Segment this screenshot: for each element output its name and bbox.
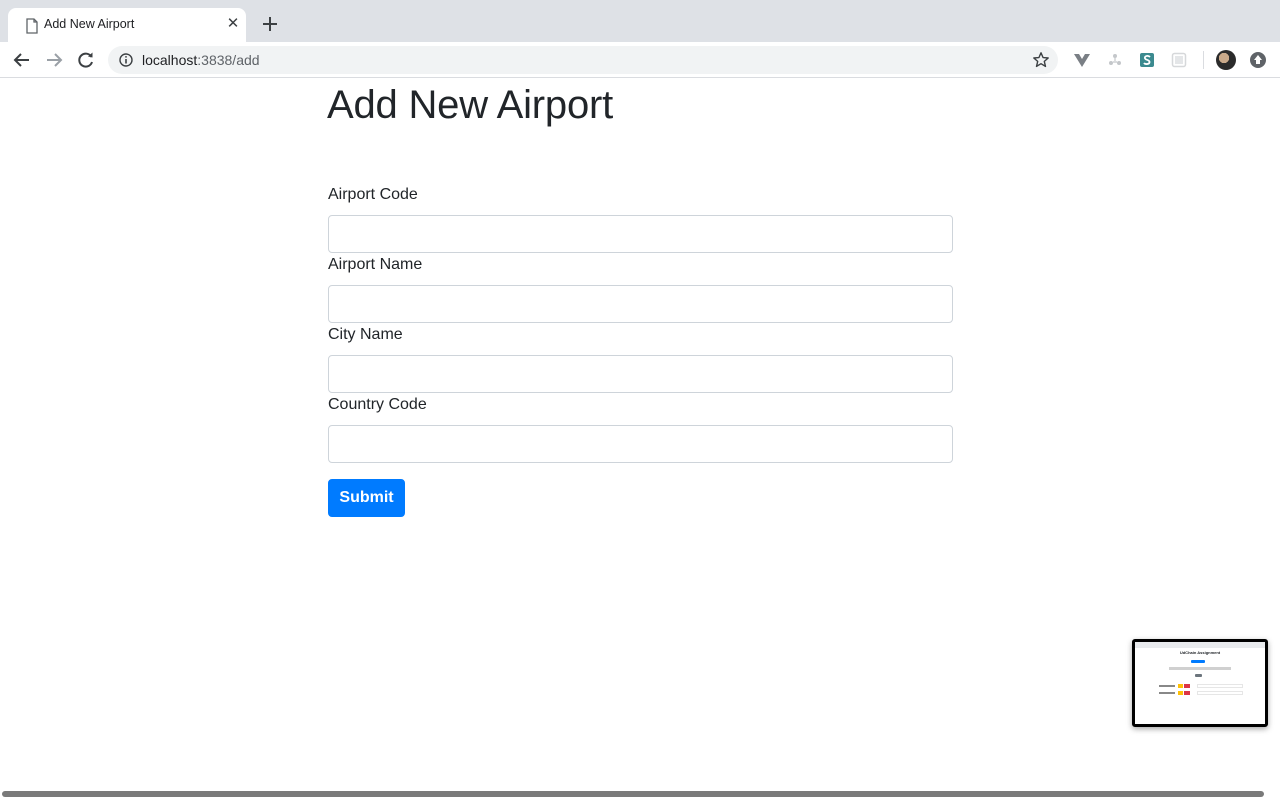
close-icon[interactable]: ✕ <box>226 16 240 31</box>
avatar[interactable] <box>1216 50 1236 70</box>
country-code-label: Country Code <box>328 396 427 413</box>
vue-devtools-icon[interactable] <box>1074 52 1090 68</box>
toolbar-divider <box>1203 51 1204 69</box>
url-text[interactable]: localhost:3838/add <box>142 52 260 68</box>
tab-title: Add New Airport <box>44 17 135 31</box>
extension-icon[interactable] <box>1171 52 1187 68</box>
thumbnail-button <box>1191 660 1205 663</box>
reload-icon[interactable] <box>76 50 96 70</box>
forward-icon[interactable] <box>44 50 64 70</box>
page-title: Add New Airport <box>327 83 614 127</box>
extension-icon[interactable] <box>1107 52 1123 68</box>
thumbnail-browser-bar <box>1135 642 1265 648</box>
airport-code-input[interactable] <box>328 215 953 253</box>
doc-icon <box>26 18 38 34</box>
thumbnail-title: UdChain Assignment <box>1179 650 1221 655</box>
thumbnail-input <box>1169 667 1231 670</box>
browser-toolbar: localhost:3838/add <box>0 42 1280 78</box>
star-icon[interactable] <box>1032 51 1050 69</box>
url-path: :3838/add <box>197 52 260 68</box>
airport-name-input[interactable] <box>328 285 953 323</box>
thumbnail-row <box>1159 691 1243 695</box>
city-name-input[interactable] <box>328 355 953 393</box>
airport-code-label: Airport Code <box>328 186 418 203</box>
back-icon[interactable] <box>12 50 32 70</box>
window-thumbnail[interactable]: UdChain Assignment <box>1132 639 1268 727</box>
update-icon[interactable] <box>1250 52 1266 68</box>
horizontal-scrollbar[interactable] <box>2 791 1264 797</box>
s-extension-icon[interactable] <box>1139 52 1155 68</box>
thumbnail-row <box>1159 684 1243 688</box>
tab-strip: Add New Airport ✕ <box>0 0 1280 42</box>
browser-tab[interactable]: Add New Airport ✕ <box>8 8 246 42</box>
address-bar[interactable]: localhost:3838/add <box>108 46 1058 74</box>
info-icon[interactable] <box>119 53 133 67</box>
url-host: localhost <box>142 52 198 68</box>
country-code-input[interactable] <box>328 425 953 463</box>
plus-icon[interactable] <box>260 14 280 34</box>
airport-name-label: Airport Name <box>328 256 423 273</box>
thumbnail-button <box>1195 674 1202 677</box>
city-name-label: City Name <box>328 326 403 343</box>
submit-button[interactable]: Submit <box>328 479 405 517</box>
